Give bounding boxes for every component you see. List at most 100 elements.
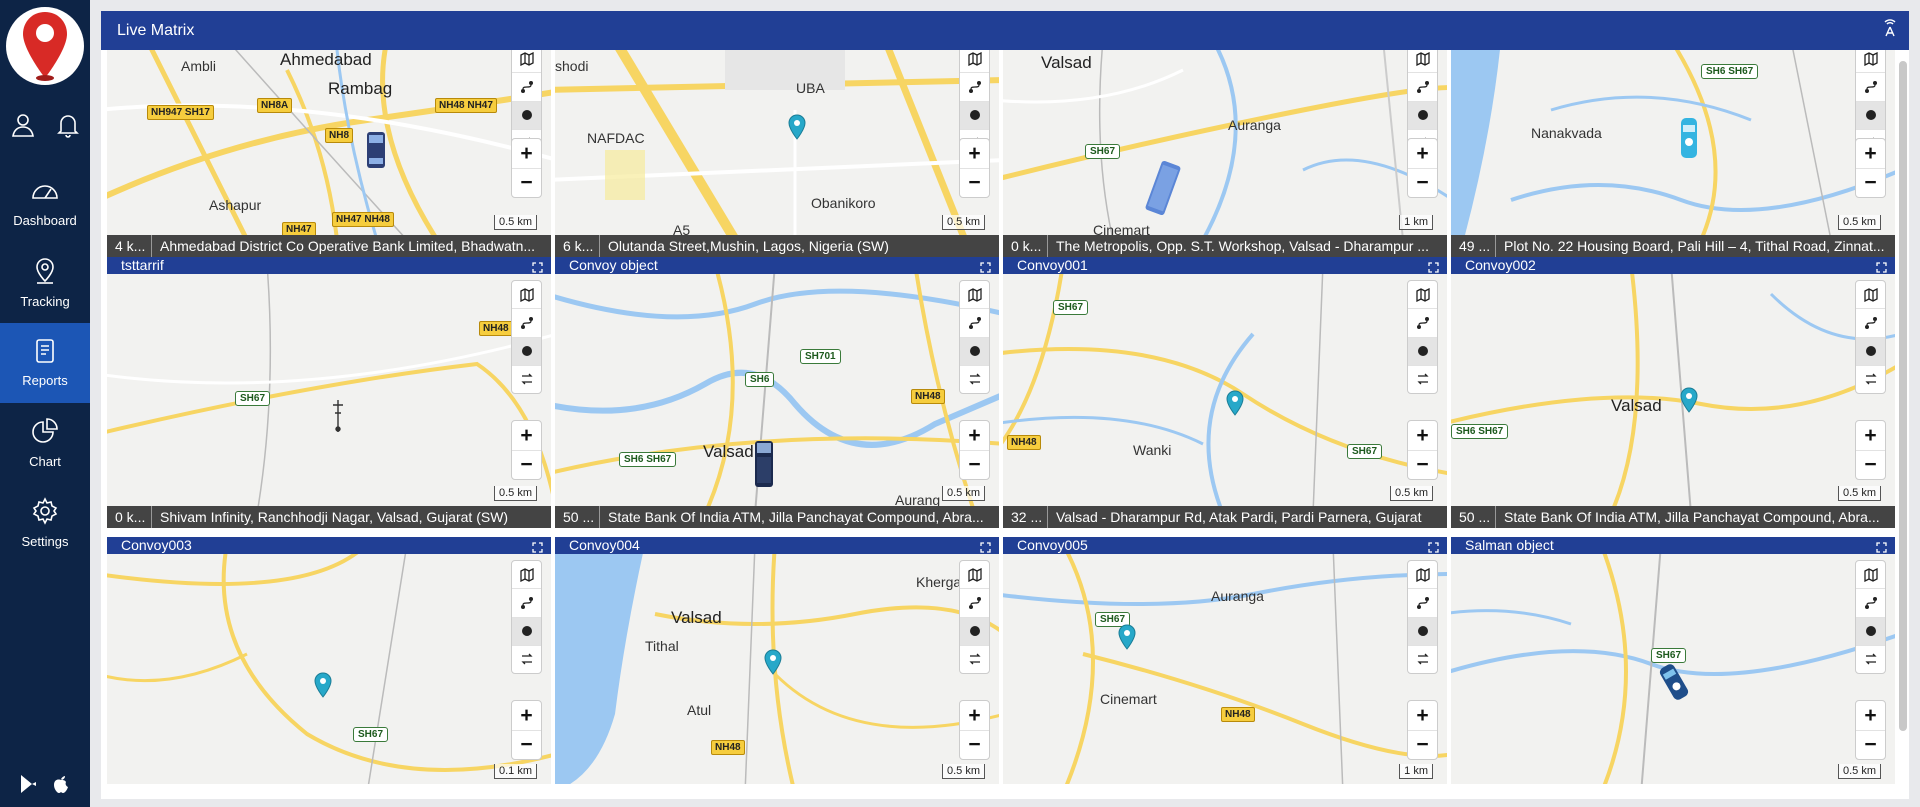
map-view[interactable]: SH701 SH6 NH48 SH6 SH67 Valsad Aurang + − 0.5 km [555,274,999,506]
vehicle-marker-icon[interactable] [332,399,344,438]
zoom-in-button[interactable]: + [960,701,989,730]
zoom-in-button[interactable]: + [960,421,989,450]
scrollbar[interactable] [1899,61,1907,731]
route-icon[interactable] [512,588,541,616]
swap-icon[interactable] [1856,364,1885,393]
route-icon[interactable] [960,72,989,100]
route-icon[interactable] [1408,588,1437,616]
record-dot-icon[interactable] [1856,616,1885,645]
map-pin-icon[interactable] [1118,624,1136,650]
map-layers-icon[interactable] [960,50,989,72]
user-icon[interactable] [10,112,36,143]
zoom-out-button[interactable]: − [960,729,989,760]
map-layers-icon[interactable] [1856,50,1885,72]
zoom-out-button[interactable]: − [1856,167,1885,198]
map-layers-icon[interactable] [512,561,541,588]
map-layers-icon[interactable] [512,50,541,72]
app-logo[interactable] [6,7,84,85]
nav-tracking[interactable]: Tracking [0,243,90,323]
record-dot-icon[interactable] [512,336,541,365]
map-layers-icon[interactable] [1856,281,1885,308]
route-icon[interactable] [1856,72,1885,100]
vehicle-marker-icon[interactable] [753,439,775,494]
apple-icon[interactable] [52,774,70,799]
zoom-in-button[interactable]: + [512,421,541,450]
zoom-out-button[interactable]: − [1856,449,1885,480]
map-pin-icon[interactable] [788,114,806,140]
zoom-out-button[interactable]: − [1408,729,1437,760]
map-pin-icon[interactable] [314,672,332,698]
record-dot-icon[interactable] [1856,100,1885,129]
zoom-in-button[interactable]: + [512,139,541,168]
route-icon[interactable] [512,308,541,336]
map-view[interactable]: SH67 + − 0.1 km [107,554,551,784]
map-view[interactable]: Ambli Ahmedabad Rambag Ashapur NH947 SH17 NH8… [107,50,551,235]
record-dot-icon[interactable] [1856,336,1885,365]
zoom-out-button[interactable]: − [512,449,541,480]
zoom-in-button[interactable]: + [1408,421,1437,450]
swap-icon[interactable] [960,644,989,673]
record-dot-icon[interactable] [512,616,541,645]
route-icon[interactable] [960,588,989,616]
map-view[interactable]: SH67 NH48 SH67 Wanki + − 0.5 km [1003,274,1447,506]
map-view[interactable]: Valsad Auranga SH67 Cinemart + − 1 km [1003,50,1447,235]
swap-icon[interactable] [1856,644,1885,673]
record-dot-icon[interactable] [512,100,541,129]
map-view[interactable]: Auranga SH67 Cinemart NH48 + −1 km [1003,554,1447,784]
record-dot-icon[interactable] [960,100,989,129]
google-play-icon[interactable] [20,774,38,799]
swap-icon[interactable] [960,364,989,393]
nav-chart[interactable]: Chart [0,403,90,483]
map-view[interactable]: Nanakvada SH6 SH67 + − 0.5 km [1451,50,1895,235]
vehicle-marker-icon[interactable] [1679,116,1699,165]
vehicle-marker-icon[interactable] [1143,160,1183,221]
nav-dashboard[interactable]: Dashboard [0,163,90,243]
record-dot-icon[interactable] [1408,336,1437,365]
zoom-in-button[interactable]: + [1408,139,1437,168]
zoom-out-button[interactable]: − [1856,729,1885,760]
nav-reports[interactable]: Reports [0,323,90,403]
record-dot-icon[interactable] [1408,100,1437,129]
map-layers-icon[interactable] [512,281,541,308]
map-layers-icon[interactable] [960,561,989,588]
swap-icon[interactable] [512,364,541,393]
route-icon[interactable] [1408,72,1437,100]
map-layers-icon[interactable] [960,281,989,308]
map-layers-icon[interactable] [1408,561,1437,588]
route-icon[interactable] [1408,308,1437,336]
record-dot-icon[interactable] [960,616,989,645]
vehicle-marker-icon[interactable] [1659,662,1689,707]
broadcast-tower-icon[interactable] [1881,19,1899,42]
map-pin-icon[interactable] [1680,387,1698,413]
zoom-out-button[interactable]: − [512,167,541,198]
map-view[interactable]: Valsad SH6 SH67 + − 0.5 km [1451,274,1895,506]
swap-icon[interactable] [512,644,541,673]
map-pin-icon[interactable] [764,649,782,675]
map-view[interactable]: NH48 SH67 + − 0.5 km [107,274,551,506]
route-icon[interactable] [1856,308,1885,336]
zoom-out-button[interactable]: − [512,729,541,760]
route-icon[interactable] [1856,588,1885,616]
zoom-out-button[interactable]: − [1408,449,1437,480]
map-pin-icon[interactable] [1226,390,1244,416]
zoom-out-button[interactable]: − [960,167,989,198]
map-layers-icon[interactable] [1408,281,1437,308]
zoom-in-button[interactable]: + [1856,701,1885,730]
zoom-out-button[interactable]: − [960,449,989,480]
map-layers-icon[interactable] [1408,50,1437,72]
map-layers-icon[interactable] [1856,561,1885,588]
nav-settings[interactable]: Settings [0,483,90,563]
zoom-in-button[interactable]: + [1408,701,1437,730]
map-view[interactable]: SH67 + − 0.5 km [1451,554,1895,784]
record-dot-icon[interactable] [960,336,989,365]
vehicle-marker-icon[interactable] [365,130,387,175]
swap-icon[interactable] [1408,644,1437,673]
swap-icon[interactable] [1408,364,1437,393]
route-icon[interactable] [960,308,989,336]
record-dot-icon[interactable] [1408,616,1437,645]
bell-icon[interactable] [56,112,80,143]
zoom-in-button[interactable]: + [1856,139,1885,168]
map-view[interactable]: Valsad Tithal Atul NH48 Khergam + −0.5 km [555,554,999,784]
zoom-out-button[interactable]: − [1408,167,1437,198]
map-view[interactable]: shodi UBA NAFDAC Obanikoro A5 + − 0.5 km [555,50,999,235]
